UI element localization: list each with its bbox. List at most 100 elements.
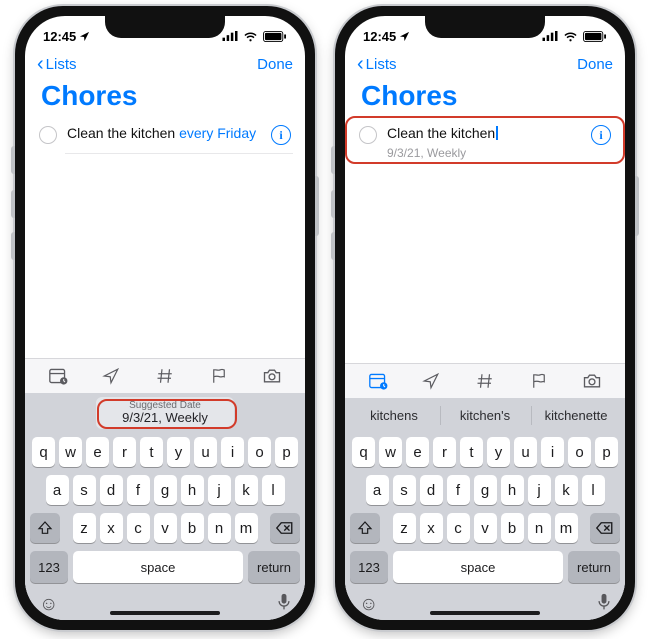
back-button[interactable]: ‹ Lists: [357, 54, 397, 74]
key-b[interactable]: b: [501, 513, 524, 543]
reminder-text-field[interactable]: Clean the kitchen every Friday: [67, 124, 261, 143]
key-k[interactable]: k: [235, 475, 258, 505]
key-c[interactable]: c: [447, 513, 470, 543]
keyboard-row-3: z x c v b n m: [28, 513, 302, 543]
camera-icon[interactable]: [572, 372, 612, 390]
key-n[interactable]: n: [528, 513, 551, 543]
key-k[interactable]: k: [555, 475, 578, 505]
flag-icon[interactable]: [519, 372, 559, 390]
key-v[interactable]: v: [154, 513, 177, 543]
key-r[interactable]: r: [113, 437, 136, 467]
backspace-key[interactable]: [590, 513, 620, 543]
key-c[interactable]: c: [127, 513, 150, 543]
mic-key[interactable]: [277, 593, 291, 616]
key-l[interactable]: l: [582, 475, 605, 505]
key-o[interactable]: o: [568, 437, 591, 467]
done-button[interactable]: Done: [257, 56, 293, 73]
calendar-icon[interactable]: [38, 367, 78, 385]
key-d[interactable]: d: [420, 475, 443, 505]
mic-key[interactable]: [597, 593, 611, 616]
tag-icon[interactable]: [465, 372, 505, 390]
key-a[interactable]: a: [366, 475, 389, 505]
prediction-2[interactable]: kitchen's: [440, 402, 530, 429]
reminder-row[interactable]: Clean the kitchen 9/3/21, Weekly i: [357, 118, 613, 169]
key-v[interactable]: v: [474, 513, 497, 543]
emoji-key[interactable]: ☺: [39, 594, 58, 616]
emoji-key[interactable]: ☺: [359, 594, 378, 616]
key-j[interactable]: j: [208, 475, 231, 505]
key-q[interactable]: q: [32, 437, 55, 467]
flag-icon[interactable]: [199, 367, 239, 385]
complete-radio[interactable]: [359, 126, 377, 144]
complete-radio[interactable]: [39, 126, 57, 144]
numbers-key[interactable]: 123: [350, 551, 388, 583]
key-f[interactable]: f: [447, 475, 470, 505]
key-f[interactable]: f: [127, 475, 150, 505]
location-icon[interactable]: [411, 372, 451, 390]
key-n[interactable]: n: [208, 513, 231, 543]
return-key[interactable]: return: [568, 551, 620, 583]
prediction-1[interactable]: kitchens: [349, 402, 439, 429]
key-y[interactable]: y: [167, 437, 190, 467]
done-button[interactable]: Done: [577, 56, 613, 73]
keyboard[interactable]: q w e r t y u i o p a s d f g h: [25, 433, 305, 589]
numbers-key[interactable]: 123: [30, 551, 68, 583]
key-i[interactable]: i: [221, 437, 244, 467]
key-j[interactable]: j: [528, 475, 551, 505]
key-o[interactable]: o: [248, 437, 271, 467]
key-t[interactable]: t: [460, 437, 483, 467]
location-icon[interactable]: [91, 367, 131, 385]
key-e[interactable]: e: [406, 437, 429, 467]
key-m[interactable]: m: [555, 513, 578, 543]
key-u[interactable]: u: [194, 437, 217, 467]
calendar-icon[interactable]: [358, 372, 398, 390]
key-q[interactable]: q: [352, 437, 375, 467]
key-s[interactable]: s: [393, 475, 416, 505]
key-x[interactable]: x: [420, 513, 443, 543]
key-e[interactable]: e: [86, 437, 109, 467]
key-t[interactable]: t: [140, 437, 163, 467]
key-p[interactable]: p: [595, 437, 618, 467]
key-y[interactable]: y: [487, 437, 510, 467]
key-m[interactable]: m: [235, 513, 258, 543]
keyboard[interactable]: q w e r t y u i o p a s d f g h: [345, 433, 625, 589]
key-x[interactable]: x: [100, 513, 123, 543]
info-button[interactable]: i: [271, 125, 291, 145]
info-button[interactable]: i: [591, 125, 611, 145]
keyboard-row-bottom: 123 space return: [348, 551, 622, 589]
space-key[interactable]: space: [73, 551, 243, 583]
home-indicator[interactable]: [430, 611, 540, 615]
shift-key[interactable]: [30, 513, 60, 543]
key-a[interactable]: a: [46, 475, 69, 505]
space-key[interactable]: space: [393, 551, 563, 583]
key-g[interactable]: g: [474, 475, 497, 505]
key-w[interactable]: w: [379, 437, 402, 467]
key-d[interactable]: d: [100, 475, 123, 505]
key-l[interactable]: l: [262, 475, 285, 505]
back-button[interactable]: ‹ Lists: [37, 54, 77, 74]
key-s[interactable]: s: [73, 475, 96, 505]
key-b[interactable]: b: [181, 513, 204, 543]
reminder-text-field[interactable]: Clean the kitchen 9/3/21, Weekly: [387, 124, 581, 161]
suggested-date-button[interactable]: Suggested Date 9/3/21, Weekly: [96, 397, 234, 429]
key-i[interactable]: i: [541, 437, 564, 467]
key-z[interactable]: z: [393, 513, 416, 543]
reminder-row[interactable]: Clean the kitchen every Friday i: [37, 118, 293, 153]
content-area: Clean the kitchen 9/3/21, Weekly i: [345, 118, 625, 363]
return-key[interactable]: return: [248, 551, 300, 583]
key-z[interactable]: z: [73, 513, 96, 543]
battery-icon: [583, 31, 607, 42]
key-h[interactable]: h: [181, 475, 204, 505]
home-indicator[interactable]: [110, 611, 220, 615]
prediction-3[interactable]: kitchenette: [531, 402, 621, 429]
shift-key[interactable]: [350, 513, 380, 543]
camera-icon[interactable]: [252, 367, 292, 385]
backspace-key[interactable]: [270, 513, 300, 543]
key-r[interactable]: r: [433, 437, 456, 467]
key-u[interactable]: u: [514, 437, 537, 467]
key-p[interactable]: p: [275, 437, 298, 467]
key-h[interactable]: h: [501, 475, 524, 505]
key-w[interactable]: w: [59, 437, 82, 467]
key-g[interactable]: g: [154, 475, 177, 505]
tag-icon[interactable]: [145, 367, 185, 385]
